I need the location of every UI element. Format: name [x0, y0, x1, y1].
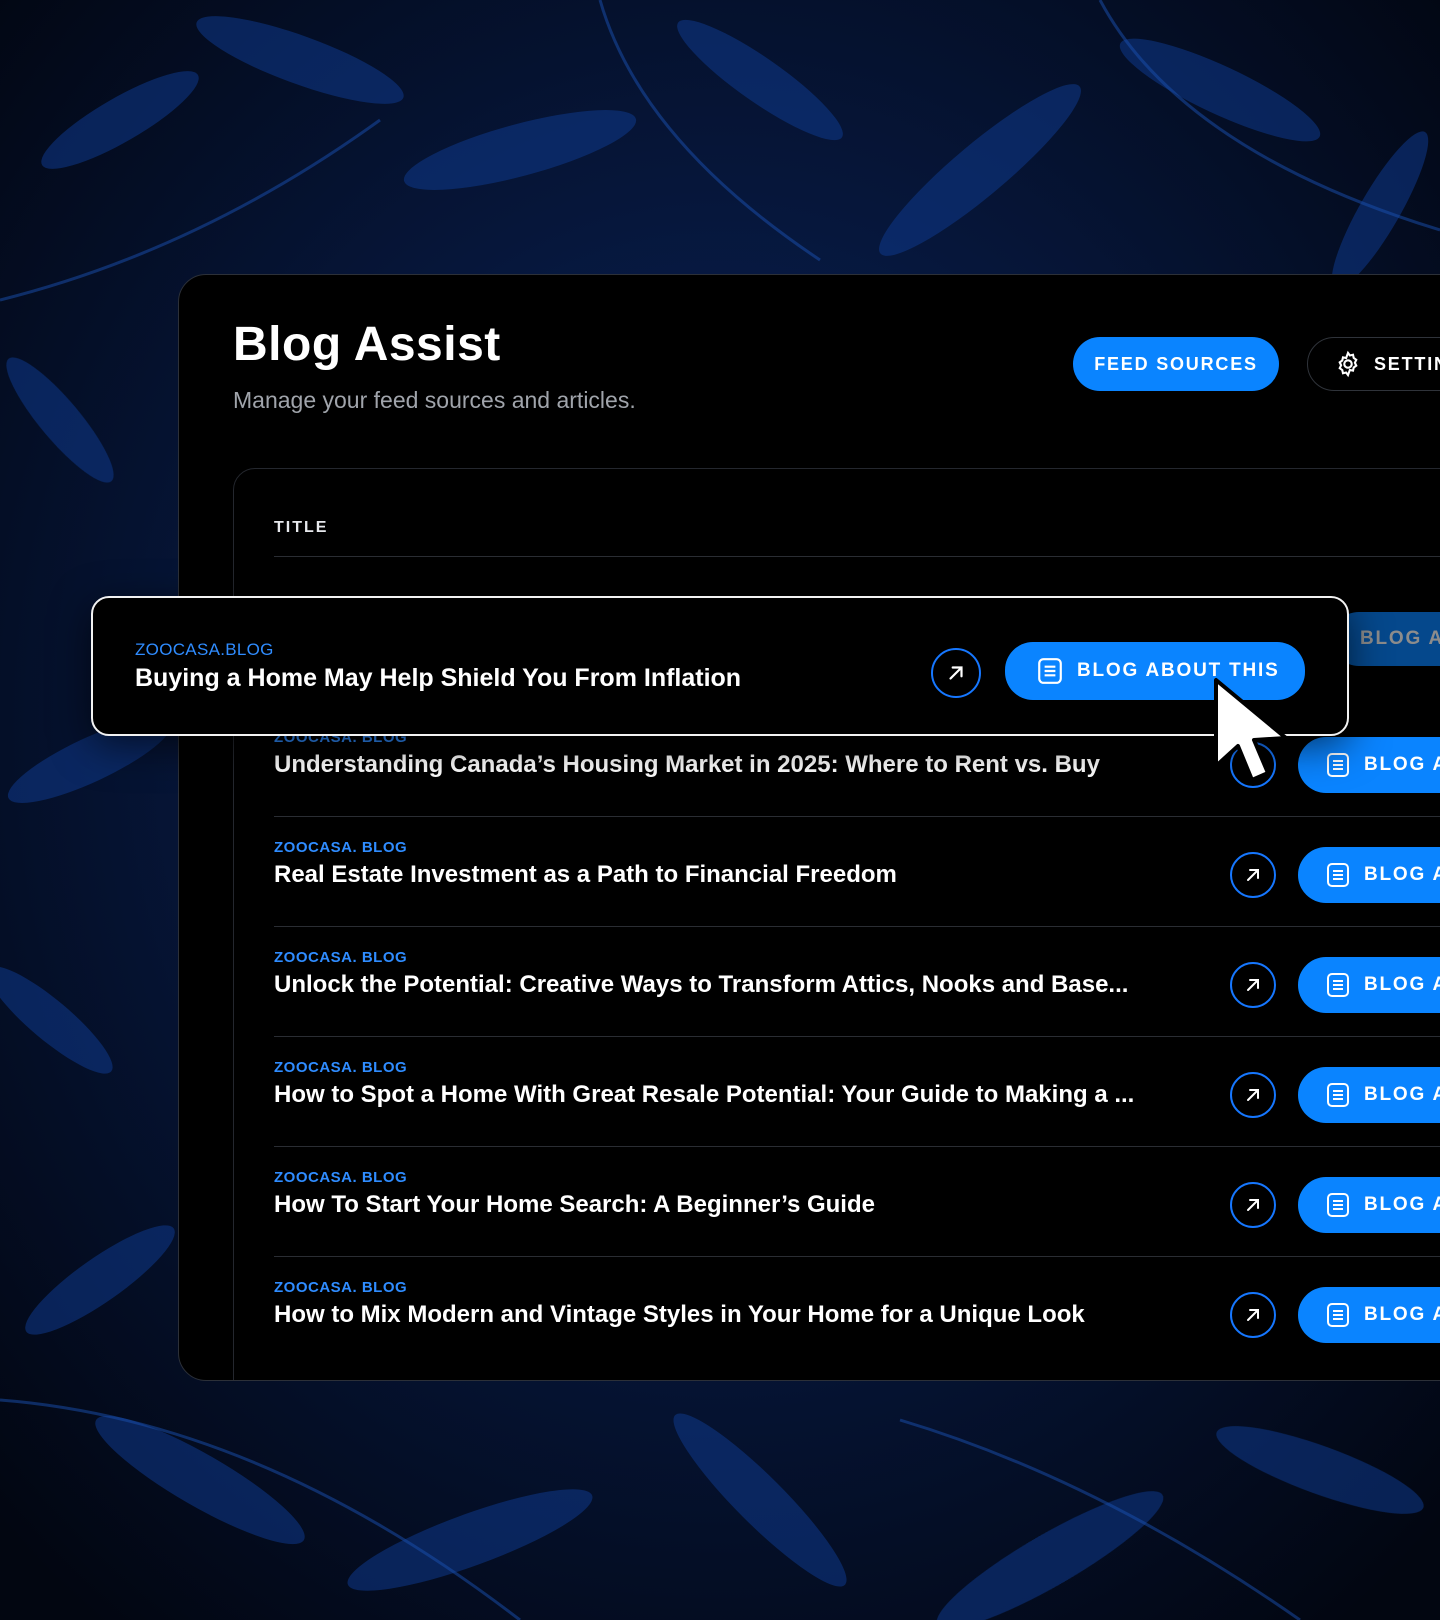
document-icon: [1327, 753, 1349, 777]
blog-about-this-button[interactable]: BLOG A: [1298, 1067, 1440, 1123]
article-title: Real Estate Investment as a Path to Fina…: [274, 861, 897, 888]
row-divider: [274, 816, 1440, 817]
article-row[interactable]: ZOOCASA. BLOG How To Start Your Home Sea…: [274, 1149, 1440, 1257]
open-article-button[interactable]: [1230, 1292, 1276, 1338]
arrow-up-right-icon: [949, 666, 963, 680]
document-icon: [1327, 1083, 1349, 1107]
open-article-button[interactable]: [931, 648, 981, 698]
document-icon: [1038, 658, 1062, 684]
highlighted-article-card[interactable]: ZOOCASA.BLOG Buying a Home May Help Shie…: [91, 596, 1349, 736]
article-title: Unlock the Potential: Creative Ways to T…: [274, 971, 1129, 998]
article-source: ZOOCASA. BLOG: [274, 949, 408, 966]
article-title: Understanding Canada’s Housing Market in…: [274, 751, 1100, 778]
blog-button-label: BLOG A: [1364, 864, 1440, 885]
article-title: Buying a Home May Help Shield You From I…: [135, 664, 742, 692]
blog-button-label: BLOG A: [1364, 974, 1440, 995]
open-article-button[interactable]: [1230, 962, 1276, 1008]
header-divider: [274, 556, 1440, 557]
gear-icon: [1338, 350, 1358, 378]
column-header-title: TITLE: [274, 519, 329, 536]
article-title: How to Spot a Home With Great Resale Pot…: [274, 1081, 1135, 1108]
document-icon: [1327, 863, 1349, 887]
blog-button-label: BLOG A: [1364, 1084, 1440, 1105]
arrow-up-right-icon: [1247, 1089, 1259, 1101]
article-source: ZOOCASA. BLOG: [274, 1279, 408, 1296]
article-row[interactable]: ZOOCASA. BLOG How to Mix Modern and Vint…: [274, 1259, 1440, 1367]
arrow-up-right-icon: [1247, 869, 1259, 881]
row-divider: [274, 1036, 1440, 1037]
document-icon: [1327, 973, 1349, 997]
row-divider: [274, 1256, 1440, 1257]
cursor-icon: [1214, 678, 1288, 782]
document-icon: [1327, 1303, 1349, 1327]
page-title: Blog Assist: [233, 318, 501, 371]
blog-button-label: BLOG A: [1364, 1194, 1440, 1215]
blog-about-this-button[interactable]: BLOG A: [1298, 737, 1440, 793]
blog-about-this-button[interactable]: BLOG A: [1298, 847, 1440, 903]
row-divider: [274, 1146, 1440, 1147]
article-source: ZOOCASA. BLOG: [274, 1169, 408, 1186]
article-source: ZOOCASA. BLOG: [274, 1059, 408, 1076]
article-row[interactable]: ZOOCASA. BLOG Unlock the Potential: Crea…: [274, 929, 1440, 1037]
blog-button-label: BLOG A: [1364, 1304, 1440, 1325]
open-article-button[interactable]: [1230, 852, 1276, 898]
arrow-up-right-icon: [1247, 1199, 1259, 1211]
article-title: How to Mix Modern and Vintage Styles in …: [274, 1301, 1085, 1328]
arrow-up-right-icon: [1247, 979, 1259, 991]
article-source: ZOOCASA. BLOG: [274, 839, 408, 856]
document-icon: [1327, 1193, 1349, 1217]
article-row[interactable]: ZOOCASA. BLOG How to Spot a Home With Gr…: [274, 1039, 1440, 1147]
blog-about-this-button[interactable]: BLOG A: [1298, 1177, 1440, 1233]
open-article-button[interactable]: [1230, 1072, 1276, 1118]
settings-label: SETTIN: [1374, 353, 1440, 374]
arrow-up-right-icon: [1247, 1309, 1259, 1321]
page-subtitle: Manage your feed sources and articles.: [233, 387, 636, 413]
settings-button[interactable]: SETTIN: [1307, 337, 1440, 391]
article-source: ZOOCASA.BLOG: [135, 640, 274, 659]
article-row[interactable]: ZOOCASA. BLOG Real Estate Investment as …: [274, 819, 1440, 927]
blog-about-this-button[interactable]: BLOG A: [1298, 1287, 1440, 1343]
blog-about-this-button[interactable]: BLOG A: [1298, 957, 1440, 1013]
blog-button-label: BLOG A: [1364, 754, 1440, 775]
open-article-button[interactable]: [1230, 1182, 1276, 1228]
feed-sources-button[interactable]: FEED SOURCES: [1073, 337, 1279, 391]
blog-assist-panel: Blog Assist Manage your feed sources and…: [178, 274, 1440, 1381]
row-divider: [274, 926, 1440, 927]
article-title: How To Start Your Home Search: A Beginne…: [274, 1191, 875, 1218]
